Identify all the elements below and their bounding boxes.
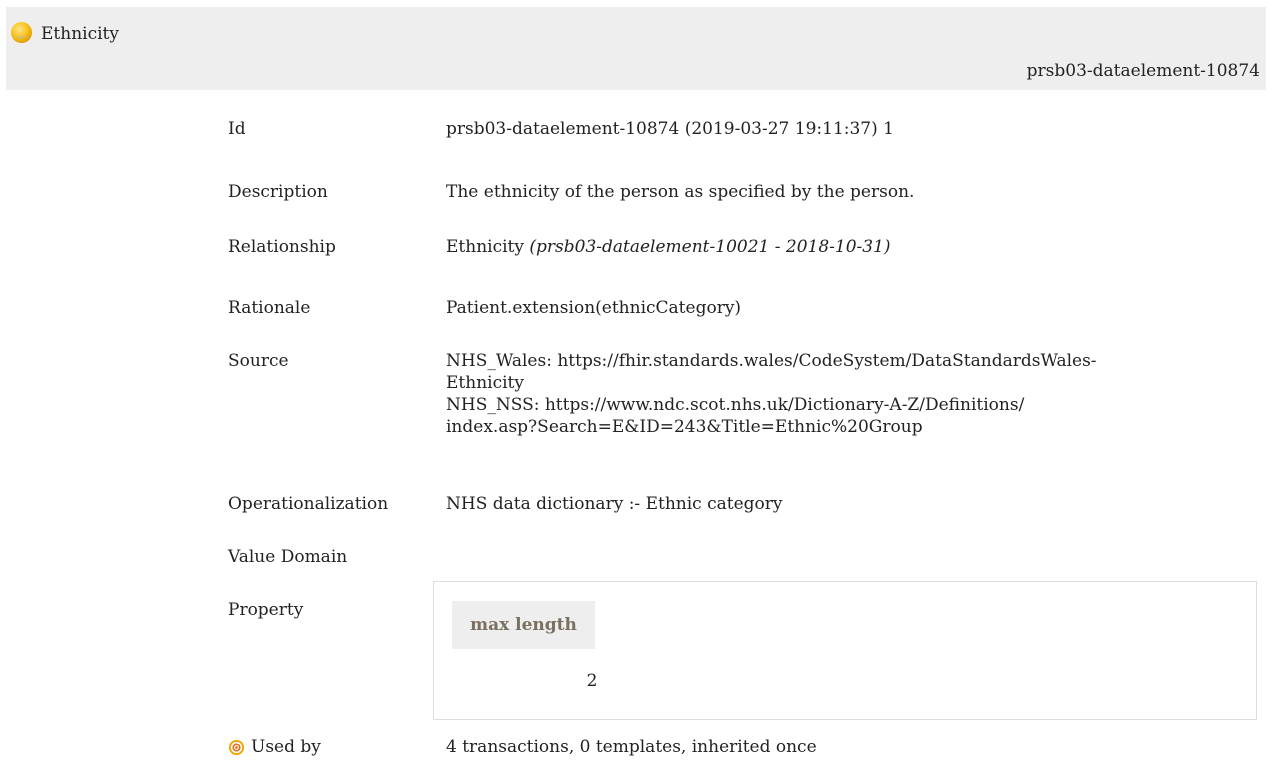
target-icon: [228, 739, 245, 755]
relationship-reference-link[interactable]: (prsb03-dataelement-10021 - 2018-10-31): [529, 237, 890, 257]
operationalization-label: Operationalization: [228, 494, 389, 514]
operationalization-value: NHS data dictionary :- Ethnic category: [446, 494, 783, 514]
source-line: NHS_Wales: https://fhir.standards.wales/…: [446, 351, 1097, 371]
property-column-header: max length: [452, 601, 595, 649]
used-by-value[interactable]: 4 transactions, 0 templates, inherited o…: [446, 736, 1256, 758]
rationale-value: Patient.extension(ethnicCategory): [446, 298, 742, 318]
description-value: The ethnicity of the person as specified…: [446, 182, 915, 202]
source-line: NHS_NSS: https://www.ndc.scot.nhs.uk/Dic…: [446, 395, 1025, 415]
status-circle-icon: [10, 21, 33, 43]
property-label: Property: [228, 600, 304, 620]
description-label: Description: [228, 182, 328, 202]
source-line: index.asp?Search=E&ID=243&Title=Ethnic%2…: [446, 417, 923, 437]
rationale-label: Rationale: [228, 298, 311, 318]
header-element-id: prsb03-dataelement-10874: [1026, 61, 1260, 81]
relationship-name: Ethnicity: [446, 237, 524, 257]
element-header: Ethnicity prsb03-dataelement-10874: [6, 7, 1266, 90]
used-by-label: Used by: [251, 737, 321, 757]
relationship-label: Relationship: [228, 237, 336, 257]
id-label: Id: [228, 119, 246, 139]
value-domain-label: Value Domain: [228, 547, 348, 567]
relationship-value: Ethnicity (prsb03-dataelement-10021 - 20…: [446, 236, 1256, 258]
property-cell-value: 2: [586, 671, 598, 691]
header-title-group: Ethnicity: [6, 21, 119, 44]
source-label: Source: [228, 351, 289, 371]
id-value: prsb03-dataelement-10874 (2019-03-27 19:…: [446, 119, 894, 139]
property-table: max length 2: [433, 581, 1257, 720]
used-by-label-group: Used by: [228, 736, 418, 758]
page-title: Ethnicity: [41, 24, 119, 44]
source-line: Ethnicity: [446, 373, 524, 393]
source-value: NHS_Wales: https://fhir.standards.wales/…: [446, 350, 1256, 438]
